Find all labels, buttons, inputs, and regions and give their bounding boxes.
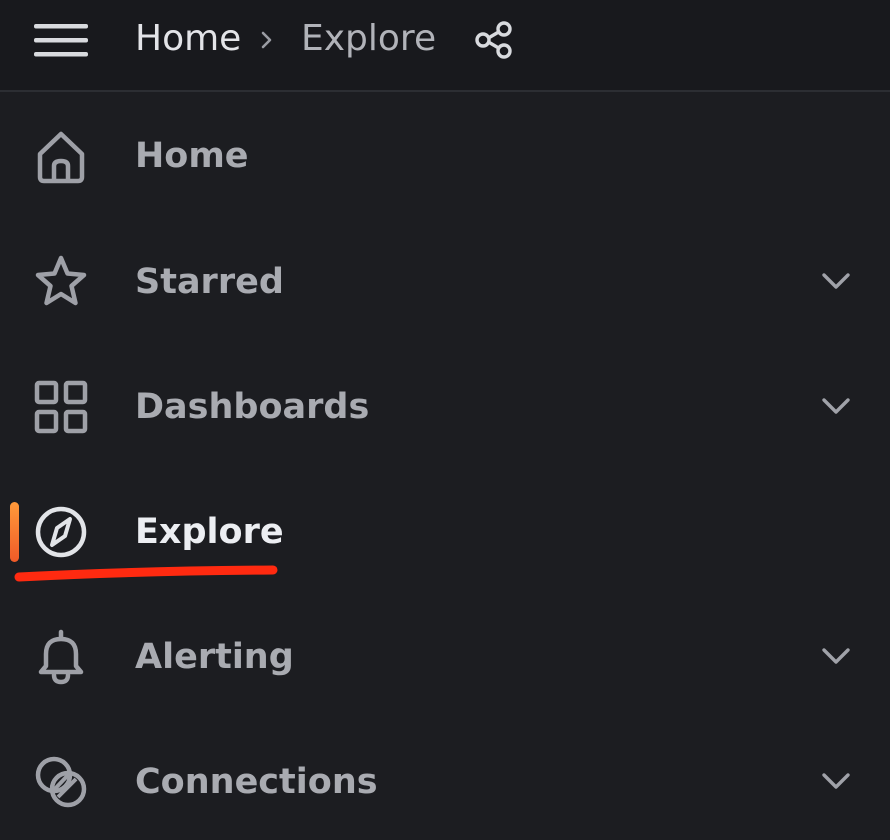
bell-icon — [38, 629, 84, 685]
breadcrumb-current: Explore — [301, 18, 437, 59]
breadcrumb-home-link[interactable]: Home — [135, 16, 241, 62]
nav-item-label: Explore — [135, 512, 284, 552]
nav-item-label: Dashboards — [135, 387, 370, 427]
active-indicator — [10, 502, 19, 562]
nav-item-label: Starred — [135, 262, 284, 302]
hamburger-icon — [34, 24, 88, 57]
nav-item-alerting[interactable]: Alerting — [0, 592, 890, 717]
nav-item-starred[interactable]: Starred — [0, 217, 890, 342]
chevron-right-icon — [261, 31, 272, 49]
app-window: Home Explore Home Starred Dashboards Exp… — [0, 0, 890, 840]
star-icon — [35, 255, 87, 306]
share-button[interactable] — [474, 20, 514, 60]
menu-toggle-button[interactable] — [34, 22, 88, 58]
nav-item-label: Connections — [135, 762, 378, 802]
chevron-down-icon[interactable] — [818, 388, 854, 424]
connections-icon — [35, 756, 87, 808]
nav-item-label: Home — [135, 136, 249, 176]
home-icon — [37, 131, 85, 184]
chevron-down-icon[interactable] — [818, 763, 854, 799]
annotation-underline — [14, 565, 278, 582]
apps-grid-icon — [34, 380, 88, 434]
chevron-down-icon[interactable] — [818, 263, 854, 299]
nav-item-label: Alerting — [135, 637, 294, 677]
compass-icon — [35, 506, 87, 558]
nav-item-dashboards[interactable]: Dashboards — [0, 342, 890, 467]
nav-item-connections[interactable]: Connections — [0, 717, 890, 840]
breadcrumb-separator — [256, 18, 280, 62]
nav-item-home[interactable]: Home — [0, 92, 890, 217]
top-bar: Home Explore — [0, 0, 890, 92]
share-icon — [475, 21, 512, 59]
chevron-down-icon[interactable] — [818, 638, 854, 674]
